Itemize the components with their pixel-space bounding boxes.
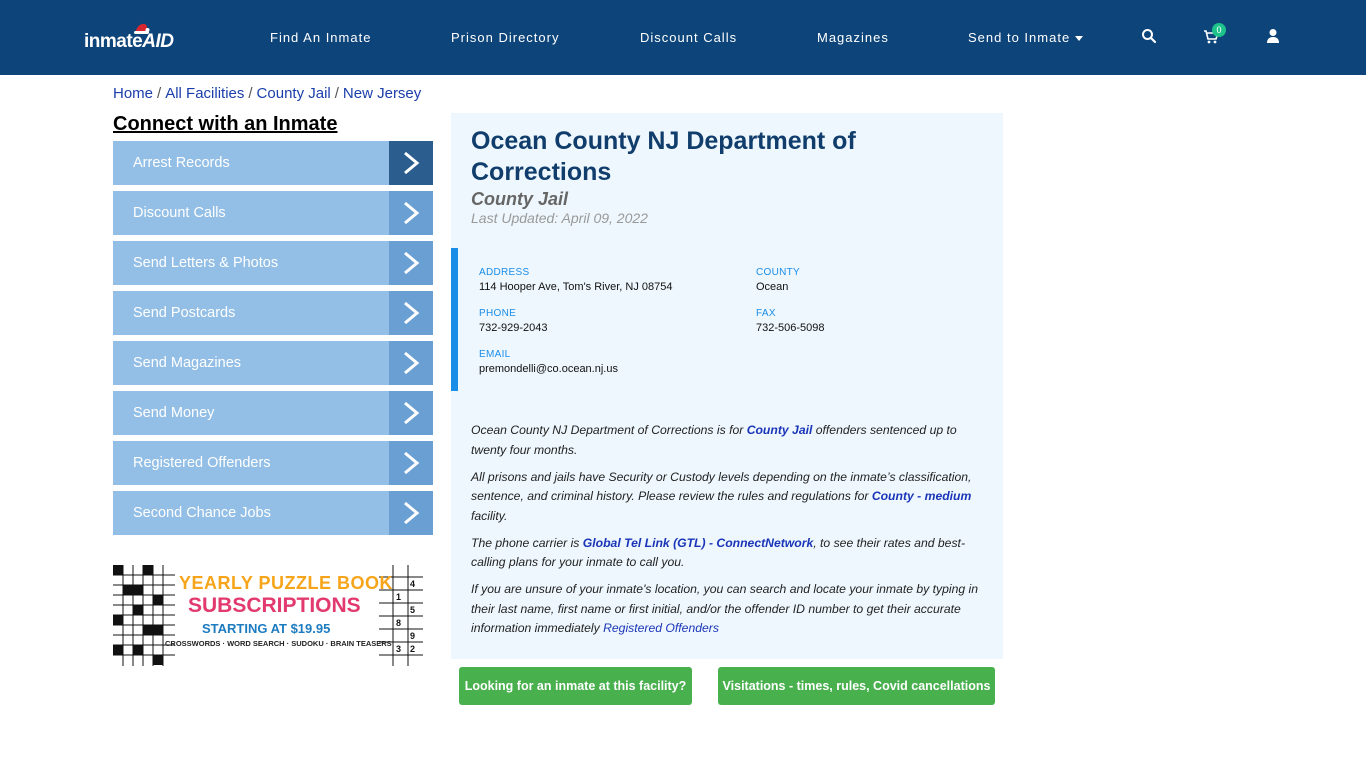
logo-text: inmateAID	[84, 31, 174, 52]
county-field: COUNTY Ocean	[756, 267, 800, 293]
sidebar-item-label: Send Letters & Photos	[133, 255, 279, 271]
sidebar-item-discount-calls[interactable]: Discount Calls	[113, 191, 433, 235]
description-paragraph: If you are unsure of your inmate's locat…	[471, 582, 979, 635]
caret-down-icon	[1075, 36, 1084, 42]
sidebar-item-registered-offenders[interactable]: Registered Offenders	[113, 441, 433, 485]
site-logo[interactable]: inmateAID	[84, 22, 184, 56]
sidebar-item-arrest-records[interactable]: Arrest Records	[113, 141, 433, 185]
nav-find-inmate[interactable]: Find An Inmate	[270, 30, 371, 45]
facility-description: Ocean County NJ Department of Correction…	[471, 421, 991, 646]
gtl-link[interactable]: Global Tel Link (GTL)	[583, 536, 706, 550]
facility-type: County Jail	[471, 189, 569, 209]
svg-text:1: 1	[396, 592, 401, 602]
fax-label: FAX	[756, 308, 776, 319]
fax-value: 732-506-5098	[756, 322, 825, 334]
chevron-right-icon	[389, 341, 433, 385]
email-field: EMAIL premondelli@co.ocean.nj.us	[479, 349, 618, 375]
phone-field: PHONE 732-929-2043	[479, 308, 548, 334]
sidebar-item-send-magazines[interactable]: Send Magazines	[113, 341, 433, 385]
sidebar-item-label: Send Money	[133, 405, 215, 421]
sidebar-item-label: Second Chance Jobs	[133, 505, 271, 521]
chevron-right-icon	[389, 391, 433, 435]
svg-text:8: 8	[396, 618, 401, 628]
description-paragraph: The phone carrier is Global Tel Link (GT…	[471, 535, 965, 570]
sidebar-title: Connect with an Inmate	[113, 113, 338, 135]
chevron-right-icon	[389, 291, 433, 335]
svg-text:5: 5	[410, 605, 415, 615]
sidebar-item-label: Registered Offenders	[133, 455, 271, 471]
fax-field: FAX 732-506-5098	[756, 308, 825, 334]
sidebar-item-send-letters-photos[interactable]: Send Letters & Photos	[113, 241, 433, 285]
promo-line-3: STARTING AT $19.95	[202, 621, 331, 636]
breadcrumb: Home / All Facilities / County Jail / New Jers…	[113, 85, 421, 102]
facility-card: Ocean County NJ Department of Correction…	[451, 113, 1003, 659]
nav-send-to-inmate-label: Send to Inmate	[968, 30, 1071, 45]
address-label: ADDRESS	[479, 267, 530, 278]
chevron-right-icon	[389, 241, 433, 285]
breadcrumb-county-jail[interactable]: County Jail	[257, 85, 331, 102]
user-icon[interactable]	[1265, 28, 1281, 44]
sidebar-item-send-money[interactable]: Send Money	[113, 391, 433, 435]
facility-title: Ocean County NJ Department of Correction…	[471, 127, 856, 186]
sidebar-item-label: Send Postcards	[133, 305, 236, 321]
description-paragraph: Ocean County NJ Department of Correction…	[471, 423, 957, 457]
registered-offenders-link[interactable]: Registered Offenders	[603, 621, 719, 635]
promo-line-4: CROSSWORDS · WORD SEARCH · SUDOKU · BRAI…	[165, 639, 392, 648]
chevron-right-icon	[389, 191, 433, 235]
search-icon[interactable]	[1141, 28, 1157, 44]
top-navbar: inmateAID Find An Inmate Prison Director…	[0, 0, 1366, 75]
breadcrumb-separator: /	[334, 85, 339, 102]
breadcrumb-new-jersey[interactable]: New Jersey	[343, 85, 421, 102]
svg-text:9: 9	[410, 631, 415, 641]
nav-magazines[interactable]: Magazines	[817, 30, 889, 45]
promo-line-2: SUBSCRIPTIONS	[188, 594, 361, 617]
county-label: COUNTY	[756, 267, 801, 278]
description-paragraph: All prisons and jails have Security or C…	[471, 469, 972, 523]
facility-info-panel: ADDRESS 114 Hooper Ave, Tom's River, NJ …	[451, 248, 1003, 391]
connectnetwork-link[interactable]: ConnectNetwork	[716, 536, 813, 550]
puzzle-book-ad-banner[interactable]: 415 8932 YEARLY PUZZLE BOOK SUBSCRIPTION…	[113, 565, 423, 666]
breadcrumb-separator: /	[248, 85, 253, 102]
sidebar-item-send-postcards[interactable]: Send Postcards	[113, 291, 433, 335]
county-jail-link[interactable]: County Jail	[747, 423, 813, 437]
svg-text:3: 3	[396, 644, 401, 654]
last-updated: Last Updated: April 09, 2022	[471, 210, 648, 226]
crossword-grid-graphic	[113, 565, 175, 666]
chevron-right-icon	[389, 141, 433, 185]
chevron-right-icon	[389, 441, 433, 485]
nav-send-to-inmate[interactable]: Send to Inmate	[968, 30, 1084, 45]
chevron-right-icon	[389, 491, 433, 535]
phone-value[interactable]: 732-929-2043	[479, 322, 548, 334]
sidebar-menu: Arrest Records Discount Calls Send Lette…	[113, 141, 433, 541]
breadcrumb-home[interactable]: Home	[113, 85, 153, 102]
find-inmate-button[interactable]: Looking for an inmate at this facility?	[459, 667, 692, 705]
cart-count-badge: 0	[1212, 23, 1226, 37]
visitations-button[interactable]: Visitations - times, rules, Covid cancel…	[718, 667, 995, 705]
email-label: EMAIL	[479, 349, 511, 360]
nav-prison-directory[interactable]: Prison Directory	[451, 30, 559, 45]
address-value: 114 Hooper Ave, Tom's River, NJ 08754	[479, 281, 673, 293]
email-value[interactable]: premondelli@co.ocean.nj.us	[479, 363, 618, 375]
breadcrumb-separator: /	[157, 85, 162, 102]
promo-line-1: YEARLY PUZZLE BOOK	[179, 573, 394, 593]
sidebar-item-second-chance-jobs[interactable]: Second Chance Jobs	[113, 491, 433, 535]
county-value: Ocean	[756, 281, 789, 293]
sidebar-item-label: Arrest Records	[133, 155, 230, 171]
svg-text:2: 2	[410, 644, 415, 654]
sidebar-item-label: Discount Calls	[133, 205, 226, 221]
phone-label: PHONE	[479, 308, 517, 319]
svg-text:4: 4	[410, 579, 415, 589]
address-field: ADDRESS 114 Hooper Ave, Tom's River, NJ …	[479, 267, 673, 293]
sidebar-item-label: Send Magazines	[133, 355, 242, 371]
breadcrumb-all-facilities[interactable]: All Facilities	[165, 85, 244, 102]
nav-discount-calls[interactable]: Discount Calls	[640, 30, 737, 45]
security-level-link[interactable]: County - medium	[872, 489, 972, 503]
